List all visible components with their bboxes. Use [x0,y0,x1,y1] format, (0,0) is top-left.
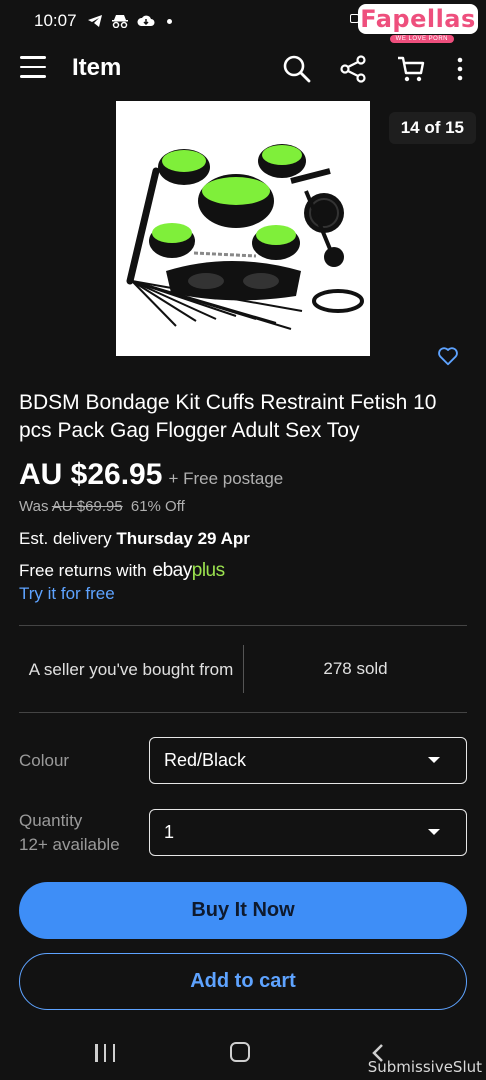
returns-info: Free returns with ebayplus [19,560,225,582]
quantity-label: Quantity 12+ available [19,809,120,857]
dropdown-arrow-icon [428,757,440,763]
ebay-plus-logo: ebayplus [152,560,226,582]
logo-brand: Fapellas [360,5,476,33]
ebay-part: ebay [152,560,193,581]
divider [19,625,467,626]
watermark-logo: Fapellas WE LOVE PORN [350,4,478,44]
seller-note: A seller you've bought from [28,659,234,679]
incognito-icon [111,15,128,28]
status-time: 10:07 [34,11,77,30]
quantity-available: 12+ available [19,835,120,854]
delivery-estimate: Est. delivery Thursday 29 Apr [19,529,250,549]
logo-box: Fapellas [358,4,478,34]
discount-text: 61% Off [130,498,185,515]
image-counter: 14 of 15 [388,112,476,144]
app-bar: Item [0,42,486,94]
was-price-row: Was AU $69.95 61% Off [19,498,185,515]
menu-icon[interactable] [20,56,46,80]
share-icon[interactable] [339,54,369,84]
seller-info: A seller you've bought from 278 sold [19,640,467,698]
was-price: AU $69.95 [51,498,123,515]
was-label: Was [19,498,49,515]
status-icons [87,14,172,28]
page-title: Item [72,54,122,81]
quantity-label-text: Quantity [19,811,83,830]
colour-select[interactable]: Red/Black [149,737,467,784]
telegram-icon [87,15,102,27]
more-options-icon[interactable] [445,54,475,84]
try-it-free-link[interactable]: Try it for free [19,584,115,604]
colour-label: Colour [19,751,70,770]
buy-it-now-button[interactable]: Buy It Now [19,882,467,939]
price-row: AU $26.95 + Free postage [19,458,283,492]
postage-text: + Free postage [168,469,284,488]
colour-value: Red/Black [164,750,247,770]
sold-count: 278 sold [323,659,388,678]
search-icon[interactable] [282,54,312,84]
returns-text: Free returns with [19,561,147,580]
recent-apps-icon[interactable] [95,1044,115,1062]
dropdown-arrow-icon [428,829,440,835]
notification-dot [166,18,172,24]
delivery-date: Thursday 29 Apr [116,529,250,548]
heart-icon[interactable] [437,345,459,367]
watermark-credit: SubmissiveSlut [367,1058,482,1076]
home-icon[interactable] [230,1042,250,1062]
delivery-prefix: Est. delivery [19,529,112,548]
item-price: AU $26.95 [19,458,163,491]
quantity-value: 1 [164,822,175,842]
product-photo-illustration [126,144,364,330]
divider [19,712,467,713]
product-image[interactable] [116,101,370,356]
plus-part: plus [191,560,225,581]
cart-icon[interactable] [396,54,426,84]
quantity-select[interactable]: 1 [149,809,467,856]
add-to-cart-button[interactable]: Add to cart [19,953,467,1010]
item-title: BDSM Bondage Kit Cuffs Restraint Fetish … [19,391,437,442]
cloud-download-icon [137,15,155,26]
